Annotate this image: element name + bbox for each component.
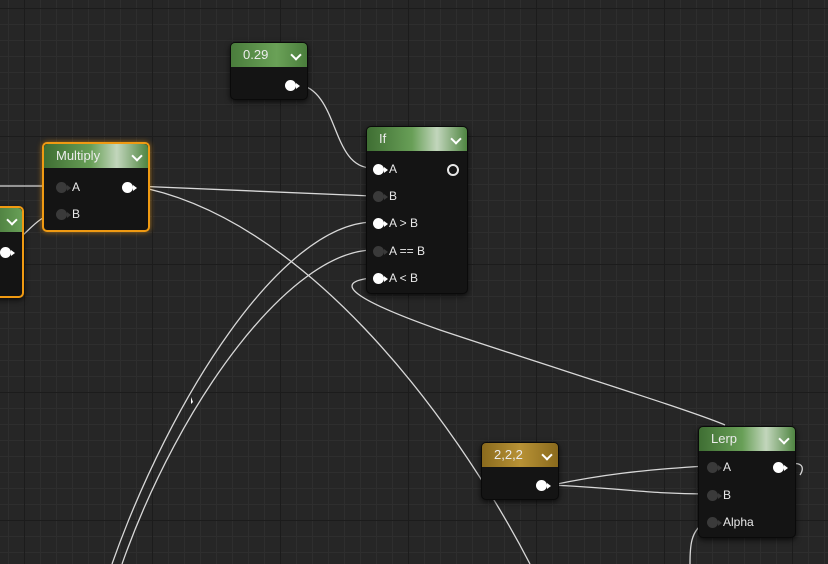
input-pin-icon[interactable] (373, 191, 388, 202)
input-pin-icon[interactable] (56, 182, 71, 193)
mouse-cursor-icon (191, 397, 193, 404)
multiply-node-title: Multiply (56, 148, 101, 163)
input-pin-icon[interactable] (707, 517, 722, 528)
wire-222-to-lerp-b (549, 484, 707, 495)
pin-label-b: B (723, 488, 732, 502)
chevron-down-icon[interactable] (133, 144, 141, 168)
pin-label-a: A (723, 460, 732, 474)
constant-node-2-2-2[interactable]: 2,2,2 (481, 442, 559, 500)
input-pin-icon[interactable] (373, 218, 388, 229)
constant-node-0.29[interactable]: 0.29 (230, 42, 308, 100)
output-pin-icon[interactable] (536, 480, 551, 491)
chevron-down-icon[interactable] (292, 43, 300, 67)
pin-label-b: B (72, 207, 81, 221)
constant3-node-label: 2,2,2 (494, 447, 523, 462)
input-pin-icon[interactable] (373, 246, 388, 257)
wire-0.29-to-if-a (296, 83, 373, 169)
pin-label-a-lt-b: A < B (389, 271, 419, 285)
pin-label-alpha: Alpha (723, 515, 754, 529)
wire-bottom-to-if-agtb (111, 221, 373, 564)
partial-node-header (0, 208, 22, 232)
pin-label-a: A (389, 162, 398, 176)
output-pin-icon[interactable] (122, 182, 137, 193)
input-pin-icon[interactable] (707, 490, 722, 501)
if-node[interactable]: If A B A > B A == B A < B (366, 126, 468, 294)
if-node-title: If (379, 131, 387, 146)
if-node-header: If (367, 127, 467, 151)
constant3-node-header: 2,2,2 (482, 443, 558, 467)
wire-multiply-to-lerp (133, 185, 531, 564)
output-pin-ring-icon[interactable] (447, 164, 459, 176)
partial-node-left[interactable] (0, 206, 24, 298)
output-pin-icon[interactable] (773, 462, 788, 473)
multiply-node[interactable]: Multiply A B (42, 142, 150, 232)
pin-label-a-gt-b: A > B (389, 216, 419, 230)
chevron-down-icon[interactable] (543, 443, 551, 467)
lerp-node-header: Lerp (699, 427, 795, 451)
chevron-down-icon[interactable] (452, 127, 460, 151)
pin-label-a-eq-b: A == B (389, 244, 426, 258)
chevron-down-icon[interactable] (8, 208, 16, 232)
input-pin-icon[interactable] (707, 462, 722, 473)
wire-if-altb-to-lerp (351, 277, 726, 426)
wire-bottom-to-if-aeqb (121, 249, 373, 564)
lerp-node-title: Lerp (711, 431, 738, 446)
pin-label-b: B (389, 189, 398, 203)
chevron-down-icon[interactable] (780, 427, 788, 451)
wire-lerp-a-in (551, 465, 707, 486)
input-pin-icon[interactable] (56, 209, 71, 220)
output-pin-icon[interactable] (285, 80, 300, 91)
lerp-node[interactable]: Lerp A B Alpha (698, 426, 796, 538)
input-pin-icon[interactable] (373, 164, 388, 175)
output-pin-icon[interactable] (0, 247, 15, 258)
constant-node-header: 0.29 (231, 43, 307, 67)
constant-node-label: 0.29 (243, 47, 269, 62)
pin-label-a: A (72, 180, 81, 194)
input-pin-icon[interactable] (373, 273, 388, 284)
multiply-node-header: Multiply (44, 144, 148, 168)
